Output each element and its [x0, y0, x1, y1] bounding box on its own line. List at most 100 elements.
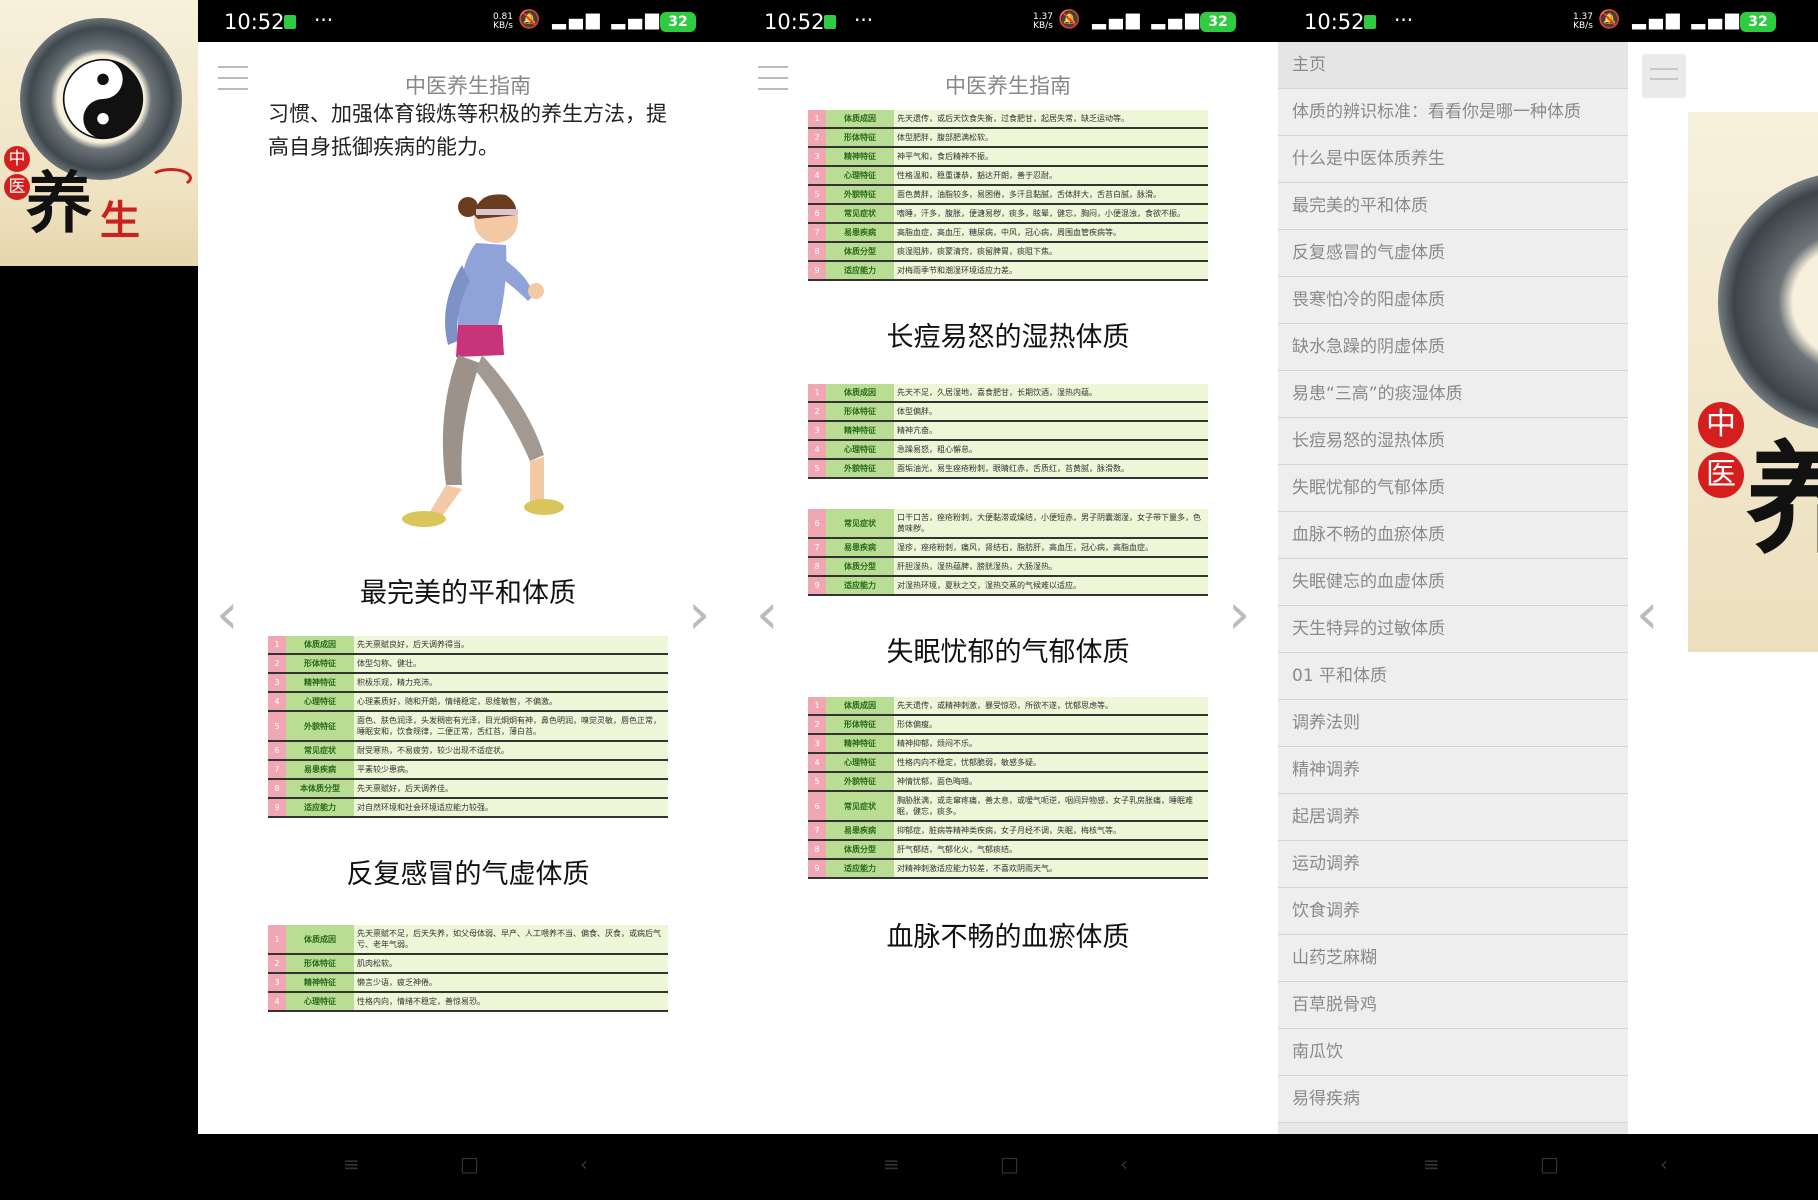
row-label: 心理特征	[286, 992, 354, 1012]
battery-icon: 32	[1740, 12, 1776, 32]
table-row: 1 体质成因 先天不足，久居湿地，喜食肥甘，长期饮酒，湿热内蕴。	[808, 384, 1208, 403]
content-scroll[interactable]: 1 体质成因 先天遗传，或后天饮食失衡，过食肥甘，起居失常，缺乏运动等。 2 形体特征体…	[808, 110, 1208, 954]
drawer-item[interactable]: 调养法则	[1278, 700, 1628, 747]
drawer-item[interactable]: 山药芝麻糊	[1278, 935, 1628, 982]
row-label: 精神特征	[286, 973, 354, 993]
row-text: 形体偏瘦。	[894, 715, 1208, 735]
row-text: 先天禀赋不足，后天失养，如父母体弱、早产、人工喂养不当、偏食、厌食，或病后气亏、…	[354, 925, 668, 955]
home-button[interactable]: □	[1000, 1152, 1019, 1176]
row-number: 7	[268, 760, 286, 780]
table-row: 3 精神特征 精神抑郁，烦闷不乐。	[808, 734, 1208, 754]
row-number: 1	[808, 384, 826, 403]
table-row: 7 易患疾病 高脂血症，高血压，糖尿病，中风，冠心病，周围血管疾病等。	[808, 223, 1208, 243]
row-label: 常见症状	[826, 791, 894, 822]
constitution-table-pinghe: 1 体质成因 先天禀赋良好，后天调养得当。 2 形体特征 体型匀称、健壮。 3 精神特征 积极乐…	[268, 636, 668, 818]
drawer-item[interactable]: 易得疾病	[1278, 1076, 1628, 1123]
recents-button[interactable]: ≡	[1423, 1152, 1440, 1176]
row-number: 1	[268, 925, 286, 955]
table-row: 8 体质分型 肝胆湿热，湿热蕴脾，膀胱湿热，大肠湿热。	[808, 557, 1208, 577]
drawer-item[interactable]: 南瓜饮	[1278, 1029, 1628, 1076]
drawer-item[interactable]: 01 平和体质	[1278, 653, 1628, 700]
row-number: 2	[268, 654, 286, 674]
back-button[interactable]: ‹	[1120, 1152, 1128, 1176]
row-label: 适应能力	[826, 576, 894, 596]
drawer-item[interactable]: 起居调养	[1278, 794, 1628, 841]
row-number: 5	[808, 772, 826, 792]
system-nav-bar: ≡ □ ‹	[1278, 1134, 1818, 1200]
system-nav-bar: ≡ □ ‹	[738, 1134, 1278, 1200]
drawer-item[interactable]: 什么是中医体质养生	[1278, 136, 1628, 183]
drawer-item[interactable]: 反复感冒的气虚体质	[1278, 230, 1628, 277]
cloud-swirl-icon	[150, 168, 192, 188]
drawer-item[interactable]: 血脉不畅的血瘀体质	[1278, 512, 1628, 559]
drawer-item[interactable]: 长痘易怒的湿热体质	[1278, 418, 1628, 465]
row-text: 性格内向，情绪不稳定，善惊易恐。	[354, 992, 668, 1012]
battery-saver-icon	[824, 15, 836, 29]
row-text: 先天禀赋良好，后天调养得当。	[354, 636, 668, 655]
ink-circle	[1718, 172, 1818, 432]
row-number: 6	[268, 741, 286, 761]
recents-button[interactable]: ≡	[343, 1152, 360, 1176]
row-text: 对梅雨季节和潮湿环境适应力差。	[894, 261, 1208, 281]
table-row: 4 心理特征 心理素质好，随和开朗，情绪稳定，思维敏智，不偏激。	[268, 692, 668, 712]
drawer-item[interactable]: 易患“三高”的痰湿体质	[1278, 371, 1628, 418]
app-title: 中医养生指南	[405, 74, 531, 98]
row-label: 适应能力	[826, 261, 894, 281]
constitution-table-qixu: 1 体质成因 先天禀赋不足，后天失养，如父母体弱、早产、人工喂养不当、偏食、厌食，或…	[268, 925, 668, 1012]
row-label: 外貌特征	[286, 711, 354, 742]
prev-page-arrow[interactable]: ‹	[756, 582, 778, 647]
status-time: 10:52	[1304, 10, 1365, 34]
drawer-item[interactable]: 失眠忧郁的气郁体质	[1278, 465, 1628, 512]
drawer-item[interactable]: 天生特异的过敏体质	[1278, 606, 1628, 653]
constitution-table-qiyu: 1 体质成因 先天遗传，或精神刺激，暴受惊恐，所欲不遂，忧郁思虑等。 2 形体特征 形体偏…	[808, 697, 1208, 879]
drawer-item[interactable]: 畏寒怕冷的阳虚体质	[1278, 277, 1628, 324]
next-page-arrow[interactable]: ›	[688, 582, 710, 647]
drawer-item[interactable]: 失眠健忘的血虚体质	[1278, 559, 1628, 606]
home-button[interactable]: □	[460, 1152, 479, 1176]
navigation-drawer[interactable]: 主页 体质的辨识标准：看看你是哪一种体质 什么是中医体质养生 最完美的平和体质 反复感冒…	[1278, 42, 1628, 1134]
recents-button[interactable]: ≡	[883, 1152, 900, 1176]
row-number: 4	[808, 166, 826, 186]
row-text: 胸胁胀满，或走窜疼痛，善太息，或嗳气呃逆，咽间异物感，女子乳房胀痛，睡眠难眠，健…	[894, 791, 1208, 822]
drawer-item[interactable]: 运动调养	[1278, 841, 1628, 888]
row-number: 7	[808, 223, 826, 243]
banner-seal-yi: 医	[1698, 452, 1744, 498]
row-text: 先天遗传，或后天饮食失衡，过食肥甘，起居失常，缺乏运动等。	[894, 110, 1208, 129]
menu-icon[interactable]	[1642, 54, 1686, 98]
row-number: 6	[808, 509, 826, 539]
home-button[interactable]: □	[1540, 1152, 1559, 1176]
table-row: 8 体质分型 肝气郁结，气郁化火，气郁痰结。	[808, 840, 1208, 860]
more-notifications-icon: ···	[314, 8, 334, 32]
drawer-item[interactable]: 百草脱骨鸡	[1278, 982, 1628, 1029]
table-row: 8 体质分型 痰湿阻肺，痰蒙清窍，痰留脾胃，痰阻下焦。	[808, 242, 1208, 262]
prev-page-arrow[interactable]: ‹	[1636, 582, 1658, 647]
next-page-arrow[interactable]: ›	[1228, 582, 1250, 647]
drawer-item[interactable]: 主页	[1278, 42, 1628, 89]
row-label: 易患疾病	[826, 223, 894, 243]
drawer-item[interactable]: 饮食调养	[1278, 888, 1628, 935]
drawer-item[interactable]: 缺水急躁的阴虚体质	[1278, 324, 1628, 371]
row-text: 先天禀赋好，后天调养佳。	[354, 779, 668, 799]
app-screen: 中医养生指南 1 体质成因 先天遗传，或后天饮食失衡，过食肥甘，起居失常，缺乏运动等…	[738, 42, 1278, 1134]
row-number: 5	[268, 711, 286, 742]
drawer-item[interactable]: 精神调养	[1278, 747, 1628, 794]
row-text: 体型肥胖，腹部肥满松软。	[894, 128, 1208, 148]
row-number: 9	[808, 576, 826, 596]
content-scroll[interactable]: 习惯、加强体育锻炼等积极的养生方法，提高自身抵御疾病的能力。 最完美的平和体质 …	[268, 98, 668, 1012]
drawer-item[interactable]: 体质的辨识标准：看看你是哪一种体质	[1278, 89, 1628, 136]
row-text: 神情忧郁，面色晦暗。	[894, 772, 1208, 792]
prev-page-arrow[interactable]: ‹	[216, 582, 238, 647]
row-text: 先天遗传，或精神刺激，暴受惊恐，所欲不遂，忧郁思虑等。	[894, 697, 1208, 716]
table-row: 5 外貌特征 面垢油光，易生痤疮粉刺，眼睛红赤，舌质红，苔黄腻，脉滑数。	[808, 459, 1208, 479]
network-speed: 1.37 KB/s	[1032, 12, 1054, 31]
row-number: 9	[808, 859, 826, 879]
drawer-item[interactable]: 最完美的平和体质	[1278, 183, 1628, 230]
table-row: 1 体质成因 先天禀赋不足，后天失养，如父母体弱、早产、人工喂养不当、偏食、厌食，或…	[268, 925, 668, 955]
back-button[interactable]: ‹	[1660, 1152, 1668, 1176]
back-button[interactable]: ‹	[580, 1152, 588, 1176]
row-text: 对湿热环境，夏秋之交，湿热交蒸的气候难以适应。	[894, 576, 1208, 596]
row-text: 平素较少患病。	[354, 760, 668, 780]
row-label: 体质成因	[286, 636, 354, 655]
row-number: 9	[268, 798, 286, 818]
row-label: 形体特征	[286, 654, 354, 674]
